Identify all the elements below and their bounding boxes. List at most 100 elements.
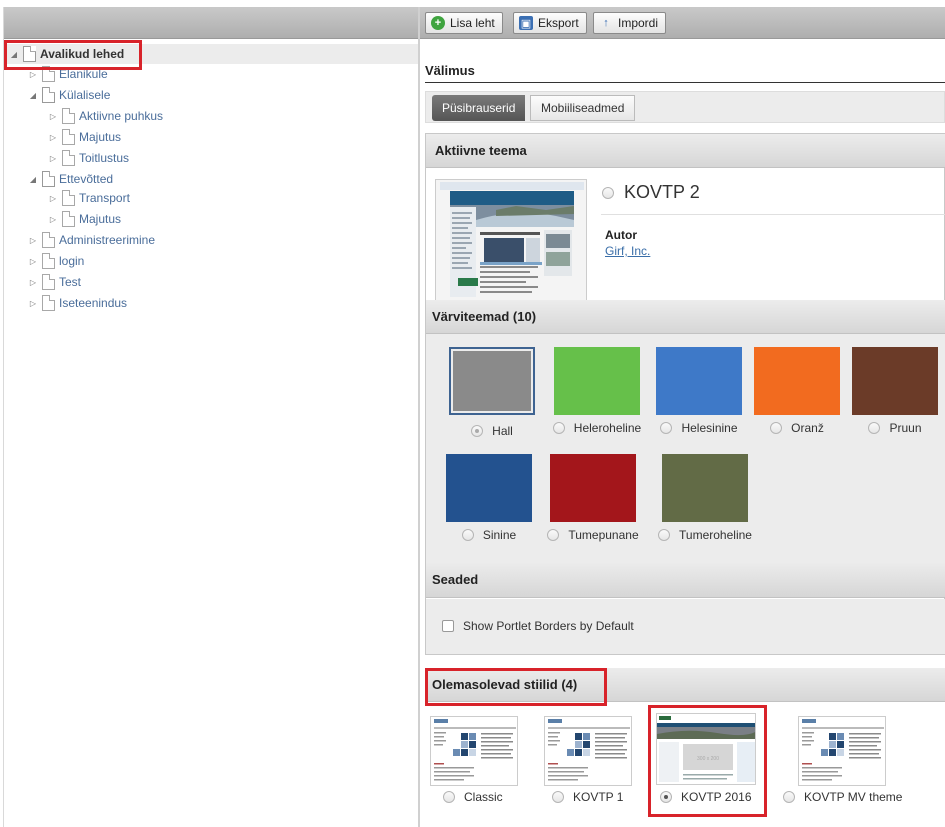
portlet-borders-option[interactable]: Show Portlet Borders by Default (442, 619, 634, 633)
color-swatch[interactable] (554, 347, 640, 415)
style-radio[interactable] (443, 791, 455, 803)
expanded-toggle-icon[interactable]: ◢ (28, 91, 38, 100)
color-label: Sinine (482, 528, 517, 542)
import-label: Impordi (618, 16, 659, 30)
collapsed-toggle-icon[interactable]: ▷ (28, 236, 38, 245)
color-radio[interactable] (868, 422, 881, 434)
color-scheme-option[interactable]: Hall (444, 424, 540, 438)
tree-item[interactable]: ▷ Elanikule (28, 64, 108, 84)
tree-item[interactable]: ◢ Külalisele (28, 85, 110, 105)
color-radio[interactable] (547, 529, 560, 541)
tree-item[interactable]: ▷ Iseteenindus (28, 293, 127, 313)
tree-item-label: Toitlustus (79, 151, 130, 165)
collapsed-toggle-icon[interactable]: ▷ (28, 257, 38, 266)
color-scheme-option[interactable]: Pruun (847, 421, 943, 435)
tree-item[interactable]: ▷ Toitlustus (48, 148, 129, 168)
color-scheme-option[interactable]: Heleroheline (549, 421, 645, 435)
tree-item[interactable]: ▷ Majutus (48, 127, 121, 147)
color-radio[interactable] (658, 529, 671, 541)
color-swatch[interactable] (662, 454, 748, 522)
color-swatch[interactable] (446, 454, 532, 522)
style-thumbnail-kovtp1[interactable] (544, 716, 632, 786)
collapsed-toggle-icon[interactable]: ▷ (48, 112, 58, 121)
style-radio[interactable] (783, 791, 795, 803)
add-page-label: Lisa leht (450, 16, 495, 30)
color-swatch[interactable] (449, 347, 535, 415)
color-scheme-heleroheline[interactable]: Heleroheline (549, 347, 645, 435)
collapsed-toggle-icon[interactable]: ▷ (28, 299, 38, 308)
collapsed-toggle-icon[interactable]: ▷ (28, 278, 38, 287)
collapsed-toggle-icon[interactable]: ▷ (48, 194, 58, 203)
active-theme-name-row: KOVTP 2 (602, 182, 700, 203)
color-radio[interactable] (660, 422, 673, 434)
tree-item-root[interactable]: ◢ Avalikud lehed (4, 44, 418, 64)
export-button[interactable]: ▣ Eksport (513, 12, 587, 34)
style-option-kovtp1[interactable]: KOVTP 1 (552, 790, 623, 804)
upload-arrow-icon: ↑ (603, 17, 609, 29)
color-scheme-option[interactable]: Tumeroheline (655, 528, 755, 542)
style-option-kovtp-mv[interactable]: KOVTP MV theme (783, 790, 902, 804)
color-scheme-option[interactable]: Helesinine (651, 421, 747, 435)
style-label: KOVTP MV theme (804, 790, 903, 804)
collapsed-toggle-icon[interactable]: ▷ (48, 154, 58, 163)
color-radio[interactable] (552, 422, 565, 434)
tab-desktop-browsers[interactable]: Püsibrauserid (432, 95, 526, 121)
import-button[interactable]: ↑ Impordi (593, 12, 667, 34)
tree-item[interactable]: ▷ Administreerimine (28, 230, 155, 250)
color-scheme-option[interactable]: Tumepunane (545, 528, 641, 542)
page-icon (62, 108, 75, 124)
active-theme-heading: Aktiivne teema (426, 134, 945, 168)
color-swatch[interactable] (754, 347, 840, 415)
style-radio[interactable] (552, 791, 564, 803)
style-option-classic[interactable]: Classic (443, 790, 503, 804)
color-scheme-tumeroheline[interactable]: Tumeroheline (655, 454, 755, 542)
page-icon (23, 46, 36, 62)
tree-item[interactable]: ▷ Aktiivne puhkus (48, 106, 163, 126)
author-link[interactable]: Girf, Inc. (605, 244, 650, 258)
color-swatch[interactable] (656, 347, 742, 415)
collapsed-toggle-icon[interactable]: ▷ (48, 215, 58, 224)
collapsed-toggle-icon[interactable]: ▷ (28, 70, 38, 79)
collapsed-toggle-icon[interactable]: ▷ (48, 133, 58, 142)
tab-mobile-devices[interactable]: Mobiiliseadmed (530, 95, 636, 121)
panel-divider[interactable] (418, 7, 420, 827)
tree-item[interactable]: ▷ login (28, 251, 84, 271)
divider (601, 214, 945, 215)
theme-radio[interactable] (602, 186, 614, 199)
portlet-borders-checkbox[interactable] (442, 620, 454, 632)
color-scheme-oranz[interactable]: Oranž (749, 347, 845, 435)
tree-item[interactable]: ▷ Majutus (48, 209, 121, 229)
color-label: Tumepunane (568, 528, 639, 542)
tree-item[interactable]: ▷ Test (28, 272, 81, 292)
expanded-toggle-icon[interactable]: ◢ (9, 50, 19, 59)
style-radio-selected[interactable] (660, 791, 672, 803)
add-page-button[interactable]: + Lisa leht (425, 12, 503, 34)
tree-item-label: Transport (79, 191, 130, 205)
style-thumbnail-classic[interactable] (430, 716, 518, 786)
color-schemes-list: Hall Heleroheline Helesinine Oranž Pruun… (426, 334, 945, 564)
color-radio-selected[interactable] (471, 425, 484, 437)
color-scheme-helesinine[interactable]: Helesinine (651, 347, 747, 435)
style-option-kovtp2016[interactable]: KOVTP 2016 (660, 790, 752, 804)
tree-item[interactable]: ◢ Ettevõtted (28, 169, 113, 189)
tree-item[interactable]: ▷ Transport (48, 188, 130, 208)
color-label: Helesinine (681, 421, 738, 435)
color-scheme-tumepunane[interactable]: Tumepunane (545, 454, 641, 542)
color-radio[interactable] (461, 529, 474, 541)
style-thumbnail-kovtp2016[interactable]: 300 x 200 (656, 713, 756, 785)
color-scheme-sinine[interactable]: Sinine (441, 454, 537, 542)
color-scheme-pruun[interactable]: Pruun (847, 347, 943, 435)
color-radio[interactable] (770, 422, 783, 434)
color-scheme-option[interactable]: Sinine (441, 528, 537, 542)
tree-item-label: Ettevõtted (59, 172, 114, 186)
color-swatch[interactable] (550, 454, 636, 522)
expanded-toggle-icon[interactable]: ◢ (28, 175, 38, 184)
color-swatch[interactable] (852, 347, 938, 415)
style-thumbnail-kovtp-mv[interactable] (798, 716, 886, 786)
color-label: Tumeroheline (679, 528, 752, 542)
export-label: Eksport (538, 16, 579, 30)
page-icon (42, 274, 55, 290)
color-scheme-hall[interactable]: Hall (444, 347, 540, 438)
style-label: Classic (464, 790, 503, 804)
color-scheme-option[interactable]: Oranž (749, 421, 845, 435)
